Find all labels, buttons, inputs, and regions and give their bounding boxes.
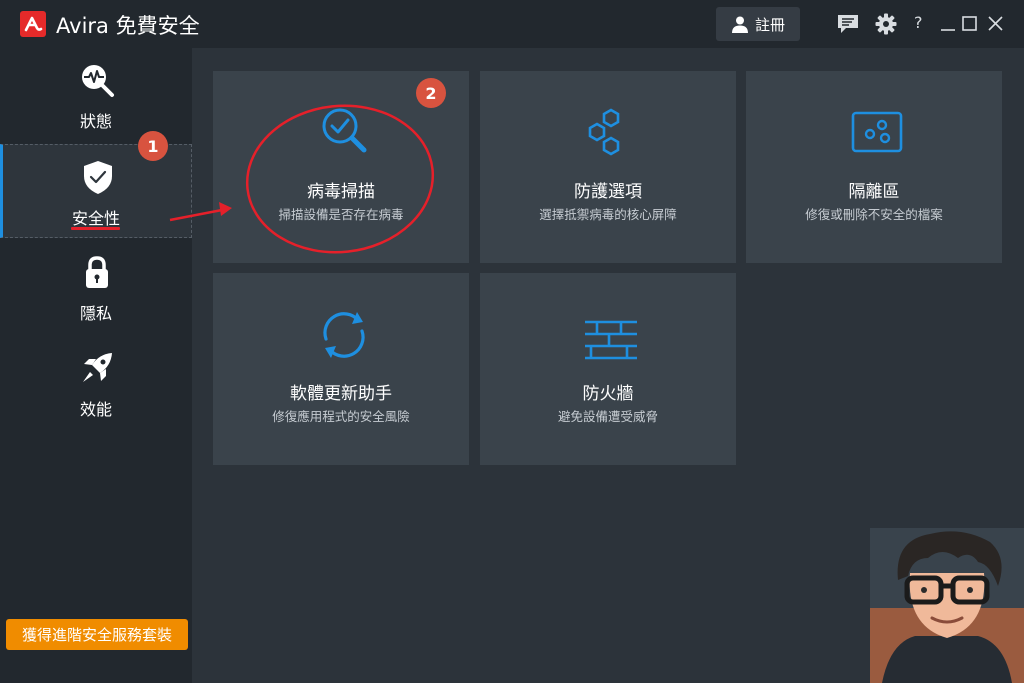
- mascot-avatar: [870, 528, 1024, 683]
- minimize-icon[interactable]: [936, 12, 960, 36]
- maximize-icon[interactable]: [958, 12, 982, 36]
- sidebar-item-label: 安全性: [71, 209, 120, 228]
- annotation-badge-2: 2: [416, 78, 446, 108]
- tile-firewall[interactable]: 防火牆 避免設備遭受威脅: [480, 273, 736, 465]
- annotation-underline: [71, 227, 120, 230]
- shield-icon: [84, 161, 112, 194]
- rocket-icon: [83, 353, 112, 382]
- status-icon: [82, 65, 114, 97]
- upgrade-button[interactable]: 獲得進階安全服務套裝: [6, 619, 188, 650]
- tile-subtitle: 修復或刪除不安全的檔案: [805, 207, 943, 222]
- sidebar-item-label: 狀態: [79, 112, 112, 131]
- user-icon: [731, 16, 748, 33]
- tile-title: 隔離區: [848, 182, 900, 202]
- tile-subtitle: 修復應用程式的安全風險: [272, 409, 410, 424]
- protection-options-icon: [588, 108, 620, 156]
- tile-subtitle: 選擇抵禦病毒的核心屏障: [539, 207, 677, 222]
- sidebar-item-privacy[interactable]: 隱私: [0, 240, 192, 334]
- software-updater-icon: [323, 312, 365, 358]
- sidebar-item-label: 效能: [79, 400, 112, 419]
- quarantine-icon: [851, 111, 903, 153]
- tile-title: 防火牆: [582, 384, 634, 404]
- firewall-icon: [585, 320, 637, 360]
- help-icon[interactable]: ?: [914, 13, 923, 32]
- app-name: Avira: [56, 14, 109, 38]
- sidebar-item-label: 隱私: [79, 304, 112, 323]
- annotation-badge-1: 1: [138, 131, 168, 161]
- tile-quarantine[interactable]: 隔離區 修復或刪除不安全的檔案: [746, 71, 1002, 263]
- app-title: Avira 免費安全: [56, 10, 200, 40]
- sidebar-item-performance[interactable]: 效能: [0, 336, 192, 430]
- title-bar: Avira 免費安全 註冊 ?: [0, 0, 1024, 48]
- tile-software-updater[interactable]: 軟體更新助手 修復應用程式的安全風險: [213, 273, 469, 465]
- tile-subtitle: 避免設備遭受威脅: [557, 409, 658, 424]
- tile-title: 軟體更新助手: [290, 384, 392, 404]
- virus-scan-icon: [322, 108, 367, 153]
- settings-gear-icon[interactable]: [874, 12, 898, 36]
- register-button[interactable]: 註冊: [716, 7, 800, 41]
- sidebar-item-security[interactable]: 安全性: [0, 144, 192, 238]
- feedback-icon[interactable]: [836, 12, 860, 36]
- tile-title: 病毒掃描: [307, 182, 375, 202]
- tile-subtitle: 掃描設備是否存在病毒: [278, 207, 404, 222]
- sidebar-item-status[interactable]: 狀態: [0, 48, 192, 142]
- tile-protection-options[interactable]: 防護選項 選擇抵禦病毒的核心屏障: [480, 71, 736, 263]
- avira-logo-icon: [20, 11, 46, 37]
- close-icon[interactable]: [984, 12, 1008, 36]
- register-label: 註冊: [754, 15, 785, 34]
- lock-icon: [86, 256, 108, 288]
- app-product: 免費安全: [115, 14, 200, 38]
- tile-title: 防護選項: [574, 182, 642, 202]
